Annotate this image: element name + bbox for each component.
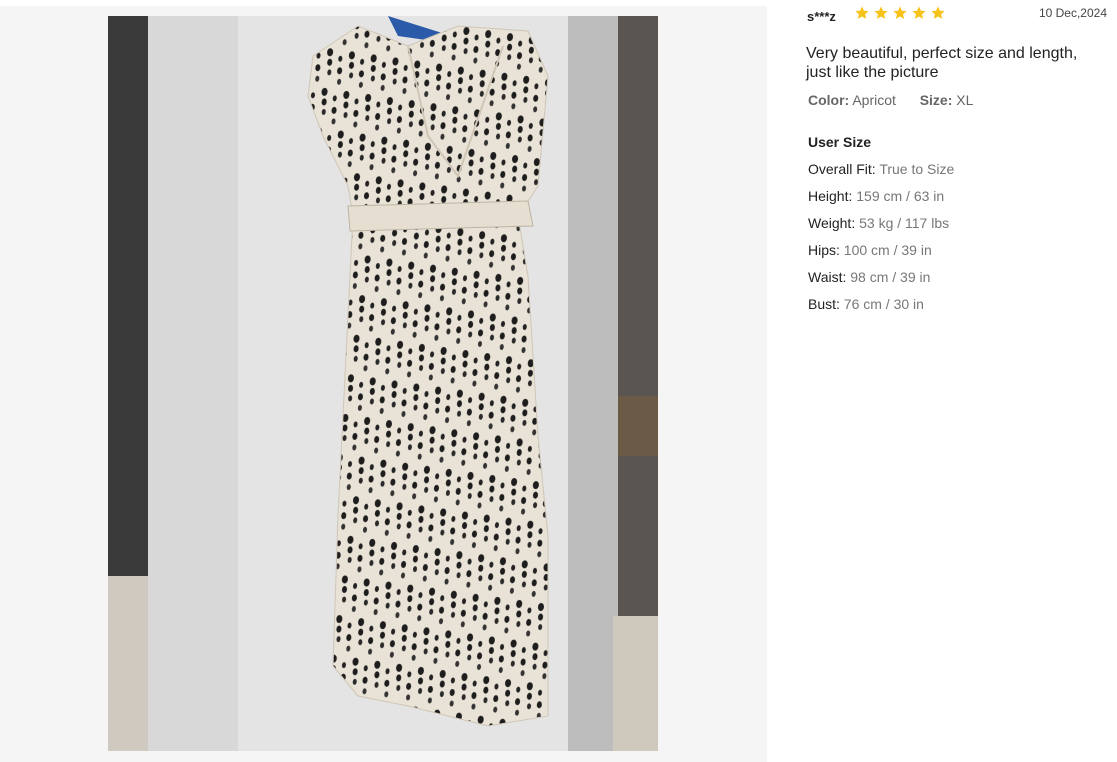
size-label: Bust: — [808, 296, 840, 312]
size-value: True to Size — [879, 161, 955, 177]
star-icon — [893, 6, 907, 19]
size-value: 100 cm / 39 in — [843, 242, 932, 258]
purchase-attributes: Color: Apricot Size: XL — [808, 92, 973, 108]
size-row-overall-fit: Overall Fit: True to Size — [808, 161, 954, 188]
star-icon — [855, 6, 869, 19]
review-text: Very beautiful, perfect size and length,… — [806, 45, 1078, 81]
size-value: 98 cm / 39 in — [850, 269, 931, 285]
review-date: 10 Dec,2024 — [1038, 6, 1107, 20]
user-size-title: User Size — [808, 134, 872, 150]
size-row-bust: Bust: 76 cm / 30 in — [808, 296, 954, 323]
size-value: XL — [956, 92, 974, 108]
star-icon — [874, 6, 888, 19]
size-value: 159 cm / 63 in — [856, 188, 945, 204]
size-label: Size: — [919, 92, 953, 108]
dress-photo-image — [108, 16, 658, 751]
color-label: Color: — [808, 92, 850, 108]
review-details: s***z 10 Dec,2024 Very beautiful, perfec… — [767, 0, 1117, 762]
star-icon — [912, 6, 926, 19]
color-value: Apricot — [852, 92, 896, 108]
star-rating — [854, 5, 946, 21]
review-card: s***z 10 Dec,2024 Very beautiful, perfec… — [0, 0, 1117, 762]
size-value: 53 kg / 117 lbs — [859, 215, 950, 231]
reviewer-name: s***z — [807, 9, 836, 24]
size-label: Weight: — [808, 215, 856, 231]
size-row-hips: Hips: 100 cm / 39 in — [808, 242, 954, 269]
size-value: 76 cm / 30 in — [843, 296, 924, 312]
user-size-list: Overall Fit: True to Size Height: 159 cm… — [808, 161, 954, 323]
size-label: Height: — [808, 188, 853, 204]
size-label: Overall Fit: — [808, 161, 876, 177]
size-label: Hips: — [808, 242, 840, 258]
size-row-waist: Waist: 98 cm / 39 in — [808, 269, 954, 296]
review-photo[interactable] — [108, 16, 658, 751]
star-icon — [931, 6, 945, 19]
size-row-weight: Weight: 53 kg / 117 lbs — [808, 215, 954, 242]
size-row-height: Height: 159 cm / 63 in — [808, 188, 954, 215]
review-image-panel — [0, 6, 767, 762]
size-label: Waist: — [808, 269, 847, 285]
